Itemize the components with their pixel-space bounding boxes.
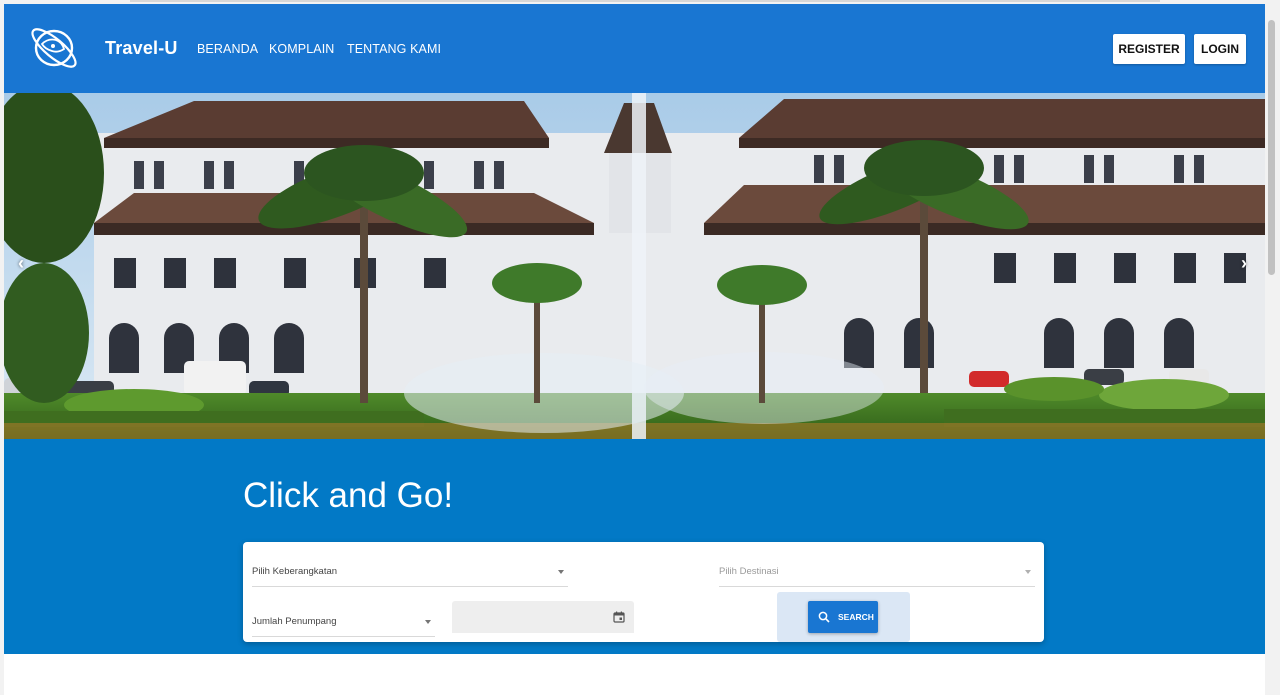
login-button[interactable]: LOGIN — [1194, 34, 1246, 64]
chevron-down-icon — [558, 570, 564, 574]
destination-select-label: Pilih Destinasi — [719, 566, 779, 577]
search-button-container: SEARCH — [777, 592, 910, 642]
date-input[interactable] — [452, 601, 634, 633]
carousel-next-icon[interactable]: › — [1241, 253, 1247, 274]
departure-select[interactable]: Pilih Keberangkatan — [252, 553, 568, 587]
nav-komplain[interactable]: KOMPLAIN — [269, 42, 334, 56]
navbar: Travel-U BERANDA KOMPLAIN TENTANG KAMI R… — [4, 4, 1265, 93]
nav-beranda[interactable]: BERANDA — [197, 42, 258, 56]
calendar-icon[interactable] — [613, 611, 625, 623]
browser-top-edge — [130, 0, 1160, 2]
nav-tentang-kami[interactable]: TENTANG KAMI — [347, 42, 441, 56]
search-headline: Click and Go! — [243, 476, 454, 515]
travel-logo-icon[interactable] — [28, 22, 80, 72]
register-button[interactable]: REGISTER — [1113, 34, 1185, 64]
search-button-label: SEARCH — [838, 612, 874, 622]
chevron-down-icon — [425, 620, 431, 624]
chevron-down-icon — [1025, 570, 1031, 574]
scrollbar[interactable] — [1268, 20, 1275, 275]
hero-carousel: ‹ › — [4, 93, 1265, 439]
brand-name[interactable]: Travel-U — [105, 38, 178, 59]
passengers-select-label: Jumlah Penumpang — [252, 616, 337, 627]
carousel-prev-icon[interactable]: ‹ — [18, 253, 24, 274]
hero-image — [4, 93, 1265, 439]
search-icon — [818, 611, 830, 623]
search-button[interactable]: SEARCH — [808, 601, 878, 633]
passengers-select[interactable]: Jumlah Penumpang — [252, 603, 435, 637]
search-card: Pilih Keberangkatan Pilih Destinasi Juml… — [243, 542, 1044, 642]
departure-select-label: Pilih Keberangkatan — [252, 566, 338, 577]
destination-select[interactable]: Pilih Destinasi — [719, 553, 1035, 587]
page: Travel-U BERANDA KOMPLAIN TENTANG KAMI R… — [4, 4, 1265, 695]
